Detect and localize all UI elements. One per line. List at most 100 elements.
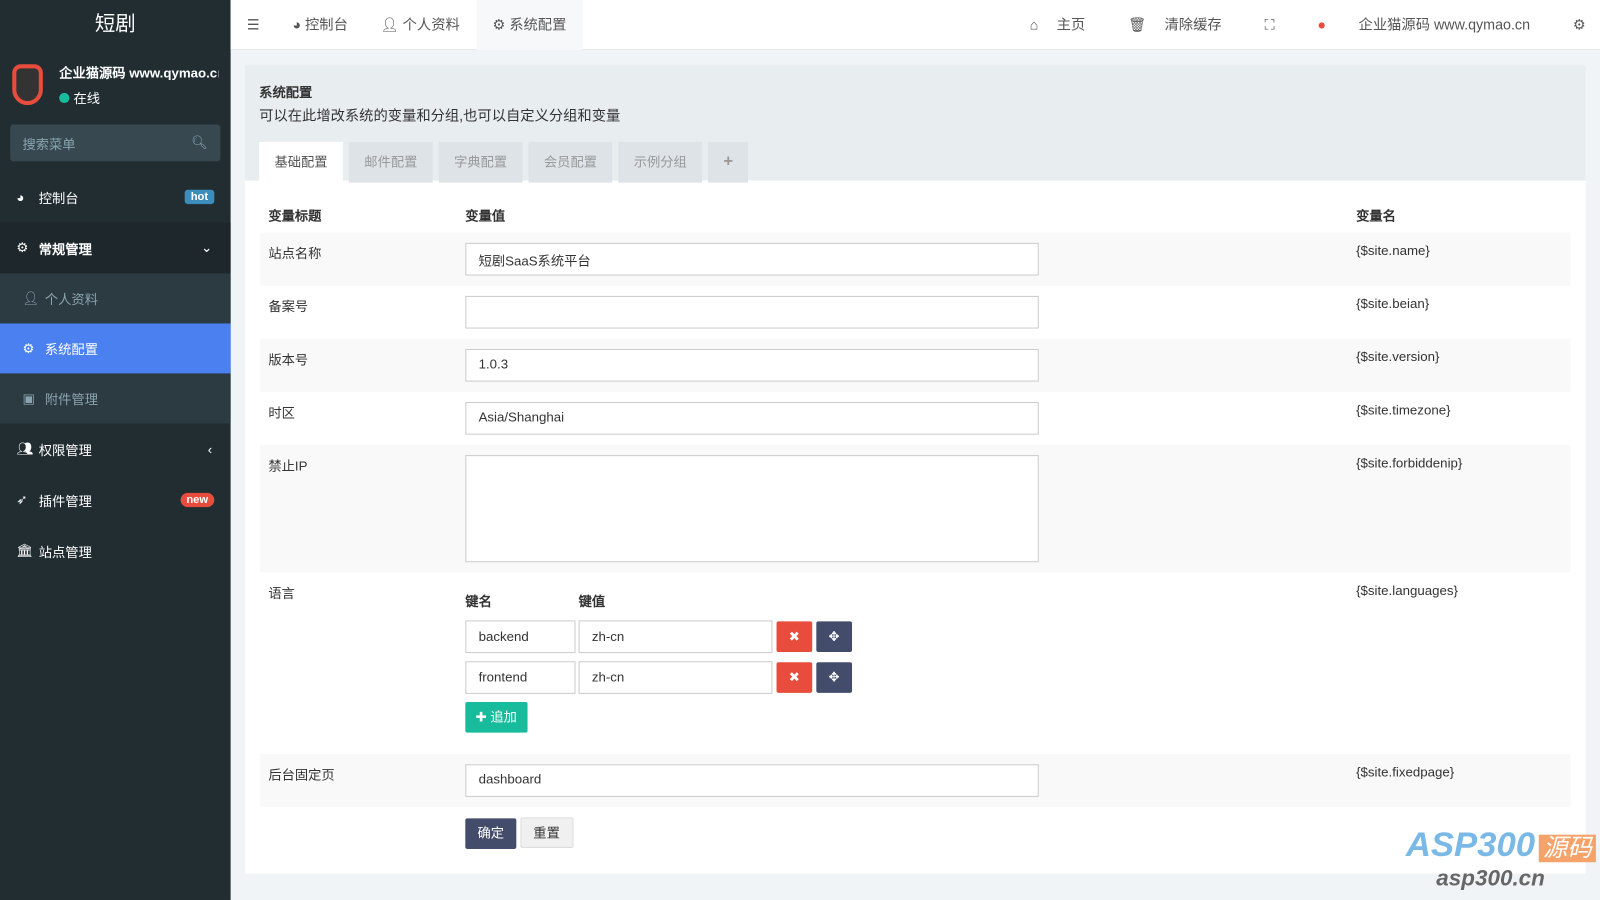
- topbar: ☰ ◕ 控制台 👤︎ 个人资料 ⚙ 系统配置 ⌂ 主页 🗑︎ 清除缓存 ⛶ ● …: [230, 0, 1600, 50]
- tab-basic[interactable]: 基础配置: [259, 141, 343, 183]
- header-title: 变量标题: [268, 208, 322, 224]
- settings-gear-icon[interactable]: ⚙: [1559, 16, 1600, 33]
- reset-button[interactable]: 重置: [520, 817, 574, 848]
- timezone-input[interactable]: Asia/Shanghai: [465, 402, 1039, 435]
- table-row: 禁止IP {$site.forbiddenip}: [260, 444, 1571, 573]
- tab-config[interactable]: ⚙ 系统配置: [476, 0, 583, 50]
- row-title: 后台固定页: [268, 767, 335, 783]
- tab-example[interactable]: 示例分组: [618, 141, 703, 183]
- beian-input[interactable]: [465, 295, 1039, 329]
- chevron-left-icon: ‹: [207, 441, 213, 457]
- row-title: 禁止IP: [268, 458, 308, 474]
- row-title: 语言: [268, 585, 295, 602]
- sidebar-item-site[interactable]: 🏛︎ 站点管理: [0, 526, 231, 577]
- home-link[interactable]: ⌂ 主页: [1015, 14, 1113, 34]
- menu-search-input[interactable]: 搜索菜单 🔍︎: [10, 124, 221, 162]
- key-input[interactable]: frontend: [465, 661, 576, 694]
- sidebar-item-dashboard[interactable]: ◕ 控制台 hot: [0, 171, 231, 222]
- fullscreen-icon[interactable]: ⛶: [1250, 16, 1289, 33]
- user-panel: 企业猫源码 www.qymao.cn 在线: [0, 49, 231, 120]
- tab-member[interactable]: 会员配置: [528, 141, 613, 183]
- value-input[interactable]: zh-cn: [578, 661, 773, 694]
- sidebar-item-attachment[interactable]: ▣ 附件管理: [0, 373, 231, 424]
- tab-dashboard[interactable]: ◕ 控制台: [276, 0, 364, 49]
- submit-button[interactable]: 确定: [465, 818, 517, 849]
- sidebar-item-config[interactable]: ⚙ 系统配置: [0, 323, 231, 374]
- label: 插件管理: [38, 493, 92, 509]
- cogs-icon: ⚙: [16, 239, 29, 256]
- app-logo[interactable]: 短剧: [0, 0, 231, 49]
- search-icon[interactable]: 🔍︎: [191, 135, 208, 151]
- tab-dictionary[interactable]: 字典配置: [438, 141, 523, 183]
- site-name-input[interactable]: 短剧SaaS系统平台: [465, 242, 1039, 276]
- key-input[interactable]: backend: [465, 620, 576, 654]
- watermark-url: asp300.cn: [1436, 865, 1545, 891]
- clear-cache-button[interactable]: 🗑︎ 清除缓存: [1114, 14, 1250, 34]
- tab-profile[interactable]: 👤︎ 个人资料: [364, 0, 476, 49]
- row-var: {$site.name}: [1356, 242, 1430, 259]
- forbidden-ip-textarea[interactable]: [465, 455, 1039, 563]
- version-input[interactable]: 1.0.3: [465, 348, 1039, 382]
- users-icon: 👥︎: [16, 440, 34, 457]
- row-title: 站点名称: [268, 245, 322, 262]
- row-var: {$site.forbiddenip}: [1356, 455, 1463, 471]
- row-var: {$site.version}: [1356, 348, 1440, 365]
- label: 主页: [1056, 16, 1086, 33]
- label: 站点管理: [38, 544, 92, 560]
- label: 追加: [490, 709, 517, 725]
- user-menu[interactable]: ● 企业猫源码 www.qymao.cn: [1289, 14, 1559, 34]
- sidebar-item-auth[interactable]: 👥︎ 权限管理 ‹: [0, 423, 231, 474]
- status-label: 在线: [73, 90, 101, 107]
- bank-icon: 🏛︎: [16, 542, 34, 559]
- rocket-icon: ➶: [16, 491, 28, 508]
- label: 清除缓存: [1164, 16, 1222, 33]
- row-var: {$site.beian}: [1356, 295, 1430, 312]
- row-title: 版本号: [268, 352, 309, 368]
- label: 控制台: [38, 190, 79, 206]
- drag-move-icon[interactable]: ✥: [816, 621, 852, 653]
- label: 系统配置: [509, 15, 567, 33]
- append-button[interactable]: ✚ 追加: [465, 702, 528, 733]
- sidebar-item-profile[interactable]: 👤︎ 个人资料: [0, 273, 231, 324]
- sidebar-item-addon[interactable]: ➶ 插件管理 new: [0, 474, 231, 525]
- online-dot-icon: [59, 92, 70, 104]
- watermark-brand: ASP300: [1405, 825, 1536, 865]
- language-pair: frontend zh-cn ✖ ✥: [465, 661, 1339, 694]
- user-icon: 👤︎: [22, 290, 40, 306]
- sidebar-item-general[interactable]: ⚙ 常规管理 ⌄: [0, 222, 231, 274]
- sidebar: 短剧 企业猫源码 www.qymao.cn 在线 搜索菜单 🔍︎ ◕ 控制台 hot …: [0, 0, 231, 900]
- add-group-button[interactable]: +: [708, 141, 749, 183]
- label: 权限管理: [38, 442, 92, 458]
- remove-icon[interactable]: ✖: [776, 621, 813, 653]
- header-value: 变量值: [465, 208, 506, 224]
- table-row: 站点名称 短剧SaaS系统平台 {$site.name}: [260, 232, 1571, 286]
- gear-icon: ⚙: [22, 340, 35, 356]
- row-title: 备案号: [268, 298, 309, 315]
- table-row: 时区 Asia/Shanghai {$site.timezone}: [260, 392, 1570, 445]
- avatar-icon: ●: [1317, 16, 1327, 33]
- user-name: 企业猫源码 www.qymao.cn: [59, 65, 219, 81]
- config-table: 变量标题 变量值 变量名 站点名称 短剧SaaS系统平台 {$site.name} 备案…: [260, 195, 1571, 859]
- panel-title: 系统配置: [259, 84, 313, 100]
- label: 附件管理: [44, 391, 98, 408]
- image-icon: ▣: [22, 390, 35, 406]
- new-badge: new: [180, 492, 215, 508]
- label: 企业猫源码 www.qymao.cn: [1358, 16, 1531, 33]
- watermark-tag: 源码: [1538, 834, 1596, 863]
- label: 个人资料: [44, 291, 98, 308]
- row-var: {$site.fixedpage}: [1356, 764, 1455, 780]
- menu-toggle-icon[interactable]: ☰: [231, 0, 276, 49]
- drag-move-icon[interactable]: ✥: [816, 662, 852, 693]
- label: 控制台: [305, 15, 348, 33]
- config-panel: 系统配置 可以在此增改系统的变量和分组,也可以自定义分组和变量 基础配置 邮件配…: [244, 65, 1586, 874]
- table-row: 后台固定页 dashboard {$site.fixedpage}: [260, 754, 1571, 808]
- value-input[interactable]: zh-cn: [578, 620, 773, 654]
- label: 常规管理: [38, 241, 92, 257]
- hot-badge: hot: [184, 189, 215, 205]
- remove-icon[interactable]: ✖: [776, 662, 813, 693]
- key-label: 键名: [465, 593, 492, 610]
- fixedpage-input[interactable]: dashboard: [465, 764, 1039, 797]
- search-placeholder: 搜索菜单: [22, 136, 76, 152]
- chevron-down-icon: ⌄: [201, 239, 213, 256]
- tab-email[interactable]: 邮件配置: [348, 141, 433, 183]
